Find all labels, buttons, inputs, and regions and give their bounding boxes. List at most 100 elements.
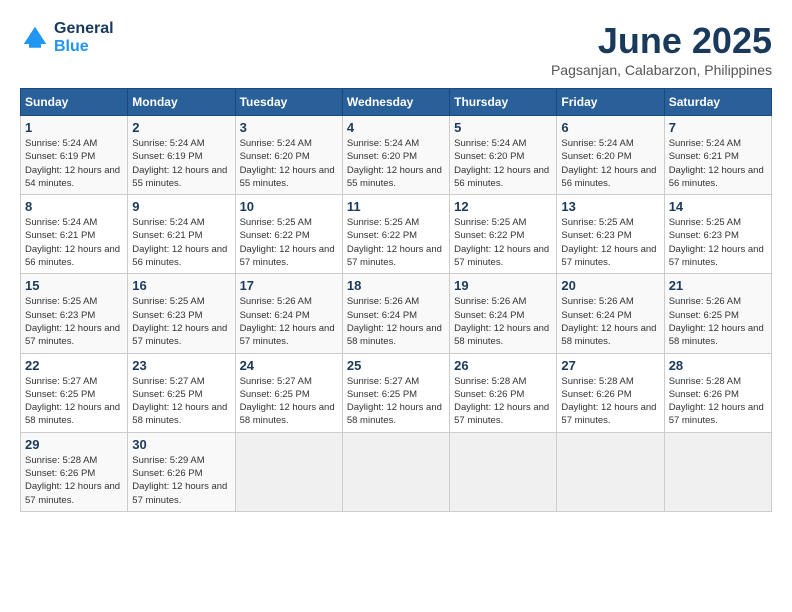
calendar-cell [450,432,557,511]
day-number: 15 [25,278,123,293]
day-info: Sunrise: 5:24 AMSunset: 6:21 PMDaylight:… [25,216,123,269]
day-info: Sunrise: 5:26 AMSunset: 6:24 PMDaylight:… [347,295,445,348]
calendar-cell: 16 Sunrise: 5:25 AMSunset: 6:23 PMDayligh… [128,274,235,353]
calendar-cell: 18 Sunrise: 5:26 AMSunset: 6:24 PMDayligh… [342,274,449,353]
day-number: 9 [132,199,230,214]
day-number: 27 [561,358,659,373]
day-info: Sunrise: 5:26 AMSunset: 6:24 PMDaylight:… [454,295,552,348]
calendar-cell: 23 Sunrise: 5:27 AMSunset: 6:25 PMDayligh… [128,353,235,432]
day-info: Sunrise: 5:25 AMSunset: 6:23 PMDaylight:… [561,216,659,269]
header-wednesday: Wednesday [342,89,449,116]
day-info: Sunrise: 5:28 AMSunset: 6:26 PMDaylight:… [669,375,767,428]
calendar-cell: 28 Sunrise: 5:28 AMSunset: 6:26 PMDayligh… [664,353,771,432]
header-monday: Monday [128,89,235,116]
calendar-cell [342,432,449,511]
day-info: Sunrise: 5:24 AMSunset: 6:20 PMDaylight:… [240,137,338,190]
day-number: 6 [561,120,659,135]
calendar-week-3: 15 Sunrise: 5:25 AMSunset: 6:23 PMDayligh… [21,274,772,353]
location: Pagsanjan, Calabarzon, Philippines [551,62,772,78]
day-number: 1 [25,120,123,135]
day-number: 13 [561,199,659,214]
day-number: 28 [669,358,767,373]
day-info: Sunrise: 5:24 AMSunset: 6:21 PMDaylight:… [132,216,230,269]
day-info: Sunrise: 5:24 AMSunset: 6:19 PMDaylight:… [25,137,123,190]
header-sunday: Sunday [21,89,128,116]
day-info: Sunrise: 5:24 AMSunset: 6:20 PMDaylight:… [347,137,445,190]
day-info: Sunrise: 5:27 AMSunset: 6:25 PMDaylight:… [132,375,230,428]
calendar-cell: 21Sunrise: 5:26 AMSunset: 6:25 PMDayligh… [664,274,771,353]
day-number: 18 [347,278,445,293]
day-info: Sunrise: 5:28 AMSunset: 6:26 PMDaylight:… [25,454,123,507]
day-info: Sunrise: 5:24 AMSunset: 6:20 PMDaylight:… [454,137,552,190]
day-info: Sunrise: 5:25 AMSunset: 6:22 PMDaylight:… [454,216,552,269]
day-info: Sunrise: 5:28 AMSunset: 6:26 PMDaylight:… [454,375,552,428]
logo: General Blue [20,20,114,55]
day-number: 22 [25,358,123,373]
calendar-cell: 27 Sunrise: 5:28 AMSunset: 6:26 PMDayligh… [557,353,664,432]
calendar-header-row: SundayMondayTuesdayWednesdayThursdayFrid… [21,89,772,116]
day-number: 11 [347,199,445,214]
page-header: General Blue June 2025 Pagsanjan, Calaba… [20,20,772,78]
calendar-cell [235,432,342,511]
day-number: 19 [454,278,552,293]
day-info: Sunrise: 5:26 AMSunset: 6:24 PMDaylight:… [240,295,338,348]
day-info: Sunrise: 5:24 AMSunset: 6:21 PMDaylight:… [669,137,767,190]
calendar-week-5: 29 Sunrise: 5:28 AMSunset: 6:26 PMDayligh… [21,432,772,511]
day-info: Sunrise: 5:25 AMSunset: 6:23 PMDaylight:… [669,216,767,269]
calendar-cell: 26 Sunrise: 5:28 AMSunset: 6:26 PMDayligh… [450,353,557,432]
calendar-week-4: 22 Sunrise: 5:27 AMSunset: 6:25 PMDayligh… [21,353,772,432]
calendar-cell: 22 Sunrise: 5:27 AMSunset: 6:25 PMDayligh… [21,353,128,432]
day-number: 7 [669,120,767,135]
header-thursday: Thursday [450,89,557,116]
calendar-cell: 2 Sunrise: 5:24 AMSunset: 6:19 PMDaylight… [128,116,235,195]
day-info: Sunrise: 5:27 AMSunset: 6:25 PMDaylight:… [240,375,338,428]
day-number: 4 [347,120,445,135]
month-title: June 2025 [551,20,772,62]
calendar-cell: 14 Sunrise: 5:25 AMSunset: 6:23 PMDayligh… [664,195,771,274]
day-info: Sunrise: 5:24 AMSunset: 6:19 PMDaylight:… [132,137,230,190]
calendar-cell: 11 Sunrise: 5:25 AMSunset: 6:22 PMDayligh… [342,195,449,274]
day-info: Sunrise: 5:26 AMSunset: 6:24 PMDaylight:… [561,295,659,348]
day-number: 16 [132,278,230,293]
header-tuesday: Tuesday [235,89,342,116]
day-number: 14 [669,199,767,214]
day-number: 10 [240,199,338,214]
calendar-cell: 8 Sunrise: 5:24 AMSunset: 6:21 PMDaylight… [21,195,128,274]
day-number: 20 [561,278,659,293]
calendar-cell: 10 Sunrise: 5:25 AMSunset: 6:22 PMDayligh… [235,195,342,274]
day-info: Sunrise: 5:24 AMSunset: 6:20 PMDaylight:… [561,137,659,190]
calendar-cell: 15 Sunrise: 5:25 AMSunset: 6:23 PMDayligh… [21,274,128,353]
day-info: Sunrise: 5:29 AMSunset: 6:26 PMDaylight:… [132,454,230,507]
calendar-cell: 9 Sunrise: 5:24 AMSunset: 6:21 PMDaylight… [128,195,235,274]
day-number: 26 [454,358,552,373]
day-number: 2 [132,120,230,135]
day-info: Sunrise: 5:28 AMSunset: 6:26 PMDaylight:… [561,375,659,428]
logo-icon [20,23,50,53]
day-number: 30 [132,437,230,452]
day-info: Sunrise: 5:25 AMSunset: 6:23 PMDaylight:… [132,295,230,348]
day-number: 8 [25,199,123,214]
calendar-cell [664,432,771,511]
calendar-cell: 19 Sunrise: 5:26 AMSunset: 6:24 PMDayligh… [450,274,557,353]
day-info: Sunrise: 5:25 AMSunset: 6:22 PMDaylight:… [347,216,445,269]
calendar-table: SundayMondayTuesdayWednesdayThursdayFrid… [20,88,772,512]
calendar-cell: 12Sunrise: 5:25 AMSunset: 6:22 PMDayligh… [450,195,557,274]
calendar-cell: 24 Sunrise: 5:27 AMSunset: 6:25 PMDayligh… [235,353,342,432]
calendar-week-2: 8 Sunrise: 5:24 AMSunset: 6:21 PMDaylight… [21,195,772,274]
day-info: Sunrise: 5:27 AMSunset: 6:25 PMDaylight:… [25,375,123,428]
calendar-cell: 25Sunrise: 5:27 AMSunset: 6:25 PMDayligh… [342,353,449,432]
day-info: Sunrise: 5:25 AMSunset: 6:23 PMDaylight:… [25,295,123,348]
day-number: 17 [240,278,338,293]
day-number: 24 [240,358,338,373]
day-number: 29 [25,437,123,452]
calendar-cell: 3Sunrise: 5:24 AMSunset: 6:20 PMDaylight… [235,116,342,195]
day-info: Sunrise: 5:25 AMSunset: 6:22 PMDaylight:… [240,216,338,269]
calendar-cell: 7 Sunrise: 5:24 AMSunset: 6:21 PMDaylight… [664,116,771,195]
calendar-cell: 17 Sunrise: 5:26 AMSunset: 6:24 PMDayligh… [235,274,342,353]
day-number: 23 [132,358,230,373]
calendar-cell: 29 Sunrise: 5:28 AMSunset: 6:26 PMDayligh… [21,432,128,511]
calendar-week-1: 1 Sunrise: 5:24 AMSunset: 6:19 PMDaylight… [21,116,772,195]
day-number: 21 [669,278,767,293]
calendar-cell: 30 Sunrise: 5:29 AMSunset: 6:26 PMDayligh… [128,432,235,511]
day-number: 5 [454,120,552,135]
